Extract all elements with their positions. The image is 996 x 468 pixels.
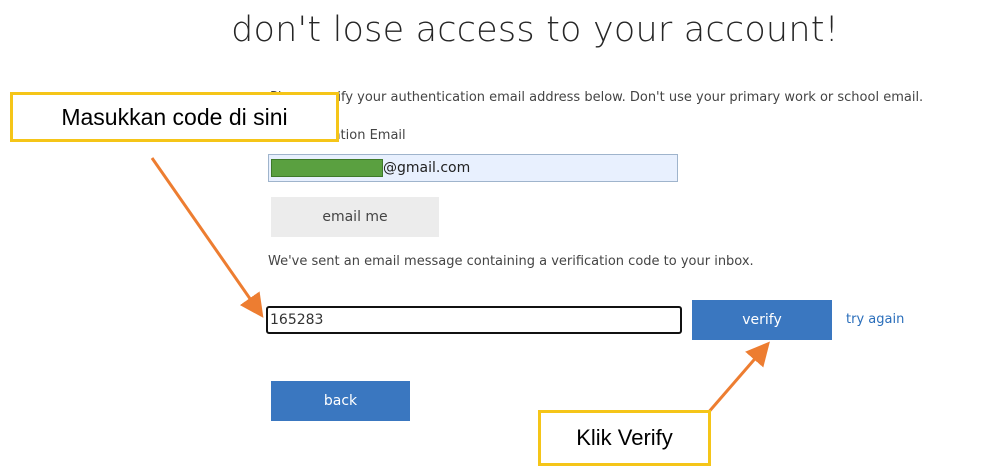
click-verify-callout: Klik Verify — [538, 410, 711, 466]
code-callout-arrow — [150, 157, 264, 318]
enter-code-callout: Masukkan code di sini — [10, 92, 339, 142]
annotation-arrows — [150, 157, 770, 415]
email-me-button[interactable]: email me — [271, 197, 439, 237]
instruction-text: Please verify your authentication email … — [270, 90, 924, 105]
try-again-link[interactable]: try again — [846, 312, 904, 327]
back-button[interactable]: back — [271, 381, 410, 421]
page-title: don't lose access to your account! — [231, 10, 839, 50]
verify-callout-arrow — [705, 341, 770, 415]
email-domain-text: @gmail.com — [383, 160, 471, 176]
email-redaction-block — [271, 159, 383, 177]
authentication-email-field[interactable]: @gmail.com — [268, 154, 678, 182]
code-sent-message: We've sent an email message containing a… — [268, 254, 754, 269]
verification-code-input[interactable] — [266, 306, 682, 334]
verify-button[interactable]: verify — [692, 300, 832, 340]
